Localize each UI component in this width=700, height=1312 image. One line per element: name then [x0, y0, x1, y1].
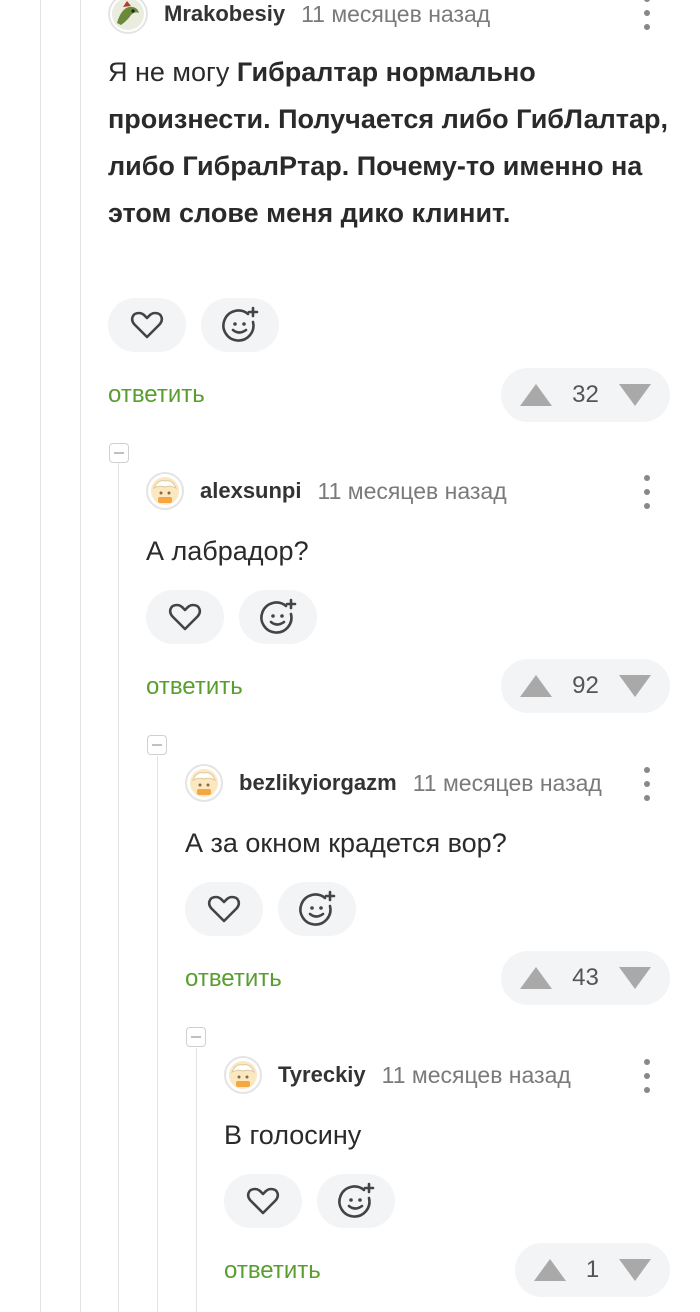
vote-widget: 92 — [501, 659, 670, 713]
reply-link[interactable]: ответить — [224, 1257, 321, 1285]
username[interactable]: Mrakobesiy — [164, 1, 285, 27]
smiley-plus-icon — [338, 1182, 375, 1218]
reply-link[interactable]: ответить — [108, 381, 205, 409]
like-button[interactable] — [185, 882, 263, 936]
reaction-button[interactable] — [201, 298, 279, 352]
collapse-minus-icon[interactable] — [147, 735, 167, 755]
avatar[interactable] — [185, 764, 223, 802]
timestamp: 11 месяцев назад — [301, 0, 491, 27]
comment-text: А за окном крадется вор? — [185, 828, 507, 858]
comment-header: Tyreckiy 11 месяцев назад — [224, 1056, 571, 1094]
like-button[interactable] — [108, 298, 186, 352]
vote-widget: 32 — [501, 368, 670, 422]
score: 32 — [572, 381, 599, 408]
score: 43 — [572, 964, 599, 991]
default-avatar-icon — [151, 477, 179, 505]
username[interactable]: alexsunpi — [200, 478, 301, 504]
reaction-button[interactable] — [317, 1174, 395, 1228]
kebab-menu-icon[interactable] — [642, 1059, 652, 1093]
kebab-menu-icon[interactable] — [642, 767, 652, 801]
lizard-avatar-icon — [112, 0, 144, 30]
comment-header: Mrakobesiy 11 месяцев назад — [108, 0, 490, 34]
smiley-plus-icon — [222, 306, 259, 342]
heart-icon — [168, 603, 202, 631]
username[interactable]: Tyreckiy — [278, 1062, 366, 1088]
thread-line-level-0 — [40, 0, 41, 1312]
thread-line-level-4 — [196, 1048, 197, 1312]
comment-text: В голосину — [224, 1120, 362, 1150]
heart-icon — [130, 311, 164, 339]
timestamp: 11 месяцев назад — [381, 1061, 571, 1088]
smiley-plus-icon — [299, 890, 336, 926]
username[interactable]: bezlikyiorgazm — [239, 770, 397, 796]
comment-header: alexsunpi 11 месяцев назад — [146, 472, 507, 510]
vote-widget: 43 — [501, 951, 670, 1005]
triangle-up-icon[interactable] — [519, 965, 553, 991]
collapse-minus-icon[interactable] — [186, 1027, 206, 1047]
triangle-down-icon[interactable] — [618, 382, 652, 408]
like-button[interactable] — [224, 1174, 302, 1228]
triangle-down-icon[interactable] — [618, 1257, 652, 1283]
smiley-plus-icon — [260, 598, 297, 634]
thread-line-level-3 — [157, 756, 158, 1312]
comment-header: bezlikyiorgazm 11 месяцев назад — [185, 764, 602, 802]
timestamp: 11 месяцев назад — [412, 769, 602, 796]
kebab-menu-icon[interactable] — [642, 475, 652, 509]
heart-icon — [246, 1187, 280, 1215]
comment-text-normal: Я не могу — [108, 57, 237, 87]
kebab-menu-icon[interactable] — [642, 0, 652, 30]
triangle-up-icon[interactable] — [519, 382, 553, 408]
collapse-minus-icon[interactable] — [109, 443, 129, 463]
triangle-up-icon[interactable] — [533, 1257, 567, 1283]
avatar[interactable] — [108, 0, 148, 34]
triangle-down-icon[interactable] — [618, 673, 652, 699]
heart-icon — [207, 895, 241, 923]
like-button[interactable] — [146, 590, 224, 644]
reaction-button[interactable] — [278, 882, 356, 936]
score: 1 — [585, 1256, 600, 1283]
triangle-down-icon[interactable] — [618, 965, 652, 991]
avatar[interactable] — [224, 1056, 262, 1094]
thread-line-level-1 — [80, 0, 81, 1312]
score: 92 — [572, 672, 599, 699]
triangle-up-icon[interactable] — [519, 673, 553, 699]
default-avatar-icon — [190, 769, 218, 797]
timestamp: 11 месяцев назад — [317, 477, 507, 504]
comment-text: А лабрадор? — [146, 536, 309, 566]
comment-text: Я не могу Гибралтар нормально произнести… — [108, 49, 678, 237]
reply-link[interactable]: ответить — [146, 673, 243, 701]
reaction-button[interactable] — [239, 590, 317, 644]
reply-link[interactable]: ответить — [185, 965, 282, 993]
vote-widget: 1 — [515, 1243, 670, 1297]
default-avatar-icon — [229, 1061, 257, 1089]
thread-line-level-2 — [118, 462, 119, 1312]
avatar[interactable] — [146, 472, 184, 510]
